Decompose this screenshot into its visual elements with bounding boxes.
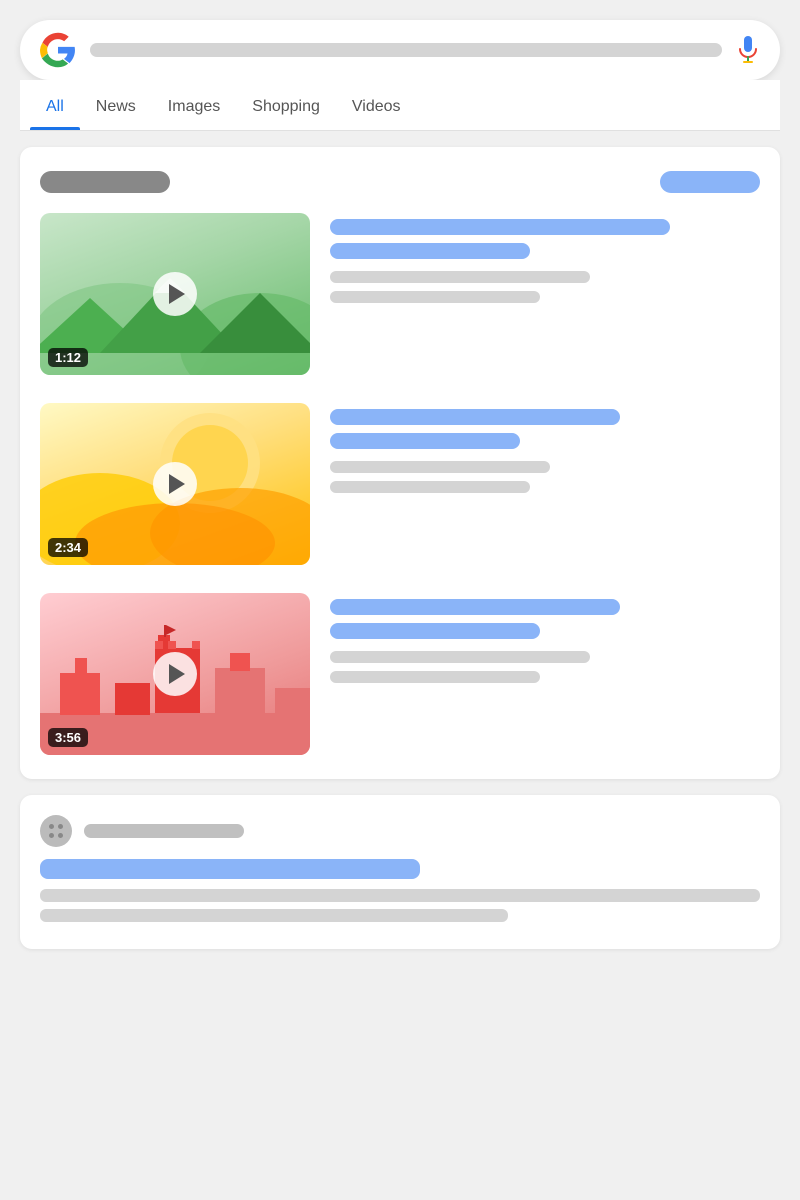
- video-title-line2-3[interactable]: [330, 623, 540, 639]
- video-info-1: [330, 213, 760, 375]
- tab-images[interactable]: Images: [152, 80, 236, 130]
- play-button-1[interactable]: [153, 272, 197, 316]
- video-title-line1-2[interactable]: [330, 409, 620, 425]
- video-desc-line2-2: [330, 481, 530, 493]
- video-desc-line1-3: [330, 651, 590, 663]
- video-title-line2-2[interactable]: [330, 433, 520, 449]
- card-header-action[interactable]: [660, 171, 760, 193]
- result-source-name: [84, 824, 244, 838]
- video-info-3: [330, 593, 760, 755]
- result-desc-line1: [40, 889, 760, 902]
- video-thumbnail-2[interactable]: 2:34: [40, 403, 310, 565]
- result-desc-line2: [40, 909, 508, 922]
- card-header: [40, 171, 760, 193]
- tab-news[interactable]: News: [80, 80, 152, 130]
- video-duration-3: 3:56: [48, 728, 88, 747]
- video-result-1: 1:12: [40, 213, 760, 375]
- tab-videos[interactable]: Videos: [336, 80, 417, 130]
- play-button-2[interactable]: [153, 462, 197, 506]
- card-header-title: [40, 171, 170, 193]
- video-result-2: 2:34: [40, 403, 760, 565]
- video-results-card: 1:12: [20, 147, 780, 779]
- search-input[interactable]: [90, 43, 722, 57]
- search-tabs: All News Images Shopping Videos: [20, 80, 780, 131]
- video-result-3: 3:56: [40, 593, 760, 755]
- search-bar: [20, 20, 780, 80]
- web-result-card: [20, 795, 780, 949]
- video-title-line2-1[interactable]: [330, 243, 530, 259]
- video-duration-1: 1:12: [48, 348, 88, 367]
- result-source: [40, 815, 760, 847]
- video-thumbnail-3[interactable]: 3:56: [40, 593, 310, 755]
- video-thumbnail-1[interactable]: 1:12: [40, 213, 310, 375]
- favicon-icon: [49, 824, 63, 838]
- video-info-2: [330, 403, 760, 565]
- video-desc-line1-2: [330, 461, 550, 473]
- result-title[interactable]: [40, 859, 420, 879]
- video-title-line1-1[interactable]: [330, 219, 670, 235]
- video-desc-line2-1: [330, 291, 540, 303]
- video-desc-line2-3: [330, 671, 540, 683]
- tab-shopping[interactable]: Shopping: [236, 80, 336, 130]
- video-duration-2: 2:34: [48, 538, 88, 557]
- google-logo: [40, 32, 76, 68]
- tab-all[interactable]: All: [30, 80, 80, 130]
- result-favicon: [40, 815, 72, 847]
- microphone-icon[interactable]: [736, 32, 760, 68]
- video-desc-line1-1: [330, 271, 590, 283]
- play-button-3[interactable]: [153, 652, 197, 696]
- video-title-line1-3[interactable]: [330, 599, 620, 615]
